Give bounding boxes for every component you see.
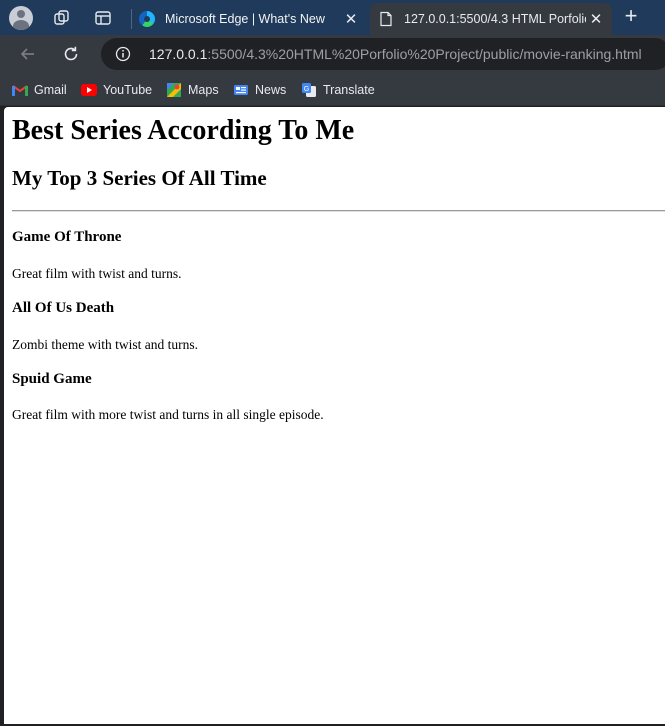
youtube-icon bbox=[81, 82, 97, 98]
bookmark-news[interactable]: News bbox=[233, 79, 286, 101]
gmail-icon bbox=[12, 82, 28, 98]
news-icon bbox=[233, 82, 249, 98]
site-info-icon[interactable] bbox=[115, 46, 131, 67]
bookmarks-bar: Gmail YouTube Maps News G Translate bbox=[0, 73, 665, 106]
bookmark-youtube[interactable]: YouTube bbox=[81, 79, 152, 101]
series-title-3: Spuid Game bbox=[12, 371, 92, 387]
series-title-1: Game Of Throne bbox=[12, 229, 122, 245]
series-description-1: Great film with twist and turns. bbox=[12, 266, 182, 281]
series-title-2: All Of Us Death bbox=[12, 300, 115, 316]
translate-icon: G bbox=[301, 82, 317, 98]
page-viewport: Best Series According To Me My Top 3 Ser… bbox=[4, 107, 665, 724]
page-title: Best Series According To Me bbox=[12, 115, 355, 146]
tab-strip: Microsoft Edge | What's New ✕ 127.0.0.1:… bbox=[0, 0, 665, 35]
navigation-toolbar: 127.0.0.1:5500/4.3%20HTML%20Porfolio%20P… bbox=[0, 35, 665, 73]
close-tab-icon[interactable]: ✕ bbox=[341, 9, 361, 29]
page-subtitle: My Top 3 Series Of All Time bbox=[12, 166, 267, 190]
page-icon bbox=[378, 11, 394, 27]
series-description-3: Great film with more twist and turns in … bbox=[12, 407, 324, 422]
maps-icon bbox=[166, 82, 182, 98]
back-arrow-icon[interactable] bbox=[15, 41, 41, 67]
address-bar[interactable]: 127.0.0.1:5500/4.3%20HTML%20Porfolio%20P… bbox=[101, 38, 665, 70]
series-description-2: Zombi theme with twist and turns. bbox=[12, 337, 198, 352]
bookmark-gmail[interactable]: Gmail bbox=[12, 79, 67, 101]
bookmark-label: Translate bbox=[323, 83, 375, 97]
url-host: 127.0.0.1 bbox=[149, 46, 208, 62]
close-tab-icon[interactable]: ✕ bbox=[586, 9, 606, 29]
new-tab-button[interactable]: + bbox=[618, 4, 644, 30]
workspaces-icon[interactable] bbox=[49, 5, 75, 31]
bookmark-label: Maps bbox=[188, 83, 219, 97]
bookmark-maps[interactable]: Maps bbox=[166, 79, 219, 101]
edge-icon bbox=[139, 11, 155, 27]
tab-movie-ranking[interactable]: 127.0.0.1:5500/4.3 HTML Porfolio ✕ bbox=[370, 3, 612, 35]
bookmark-label: News bbox=[255, 83, 287, 97]
tab-title: 127.0.0.1:5500/4.3 HTML Porfolio bbox=[404, 12, 586, 26]
bookmark-label: Gmail bbox=[34, 83, 67, 97]
tab-whats-new[interactable]: Microsoft Edge | What's New ✕ bbox=[131, 3, 367, 35]
url-path: :5500/4.3%20HTML%20Porfolio%20Project/pu… bbox=[207, 46, 642, 62]
reload-icon[interactable] bbox=[58, 41, 84, 67]
divider bbox=[12, 210, 665, 212]
profile-avatar-icon[interactable] bbox=[8, 5, 34, 31]
tab-title: Microsoft Edge | What's New bbox=[165, 12, 325, 26]
tab-actions-icon[interactable] bbox=[90, 5, 116, 31]
svg-text:G: G bbox=[304, 86, 309, 93]
url-text: 127.0.0.1:5500/4.3%20HTML%20Porfolio%20P… bbox=[149, 46, 642, 62]
bookmark-label: YouTube bbox=[103, 83, 153, 97]
bookmark-translate[interactable]: G Translate bbox=[301, 79, 375, 101]
